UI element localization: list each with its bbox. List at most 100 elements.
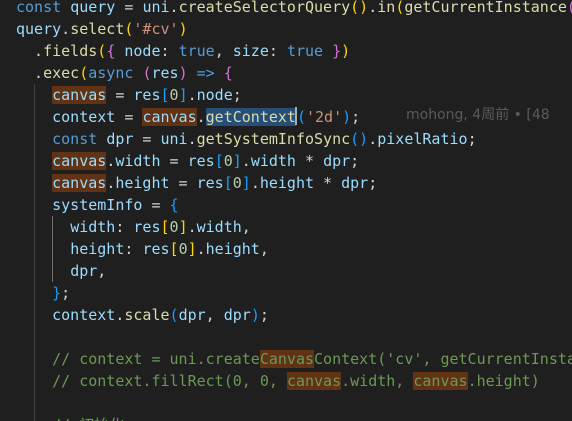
code-token: , — [214, 42, 233, 60]
code-token: res — [133, 86, 161, 104]
code-line[interactable]: // context = uni.createCanvasContext('cv… — [16, 348, 572, 370]
code-token: , — [97, 262, 107, 280]
code-token: res — [142, 240, 170, 258]
code-token: '2d' — [306, 108, 343, 126]
code-line[interactable]: systemInfo = { — [16, 194, 178, 216]
code-token: { — [223, 64, 233, 82]
code-token: . — [16, 64, 44, 82]
code-line[interactable]: canvas.height = res[0].height * dpr; — [16, 172, 377, 194]
code-token: . — [61, 20, 71, 38]
code-token: const — [52, 130, 98, 148]
code-token: query — [16, 20, 62, 38]
code-token: ( — [97, 42, 107, 60]
code-line[interactable]: const dpr = uni.getSystemInfoSync().pixe… — [16, 128, 476, 150]
code-editor[interactable]: const query = uni.createSelectorQuery().… — [0, 0, 572, 421]
code-token: getCurrentInstance — [404, 0, 567, 16]
code-token: node — [115, 42, 161, 60]
code-token: ) — [250, 306, 260, 324]
comment-token: Context('cv', getCurrentInstance — [314, 350, 572, 368]
code-token: } — [52, 284, 62, 302]
code-token: [ — [214, 152, 224, 170]
code-line[interactable]: height: res[0].height, — [16, 238, 269, 260]
code-token: ) — [178, 20, 188, 38]
code-token: ; — [368, 174, 378, 192]
code-token: . — [16, 42, 44, 60]
code-line[interactable]: query.select('#cv') — [16, 18, 188, 40]
code-token: [ — [169, 240, 179, 258]
code-token: ) — [341, 42, 351, 60]
code-token: createSelectorQuery — [178, 0, 351, 16]
code-line[interactable]: // 初始化 — [16, 414, 124, 421]
code-token: dpr — [178, 306, 206, 324]
code-token: ] — [232, 152, 242, 170]
code-line[interactable]: const query = uni.createSelectorQuery().… — [16, 0, 572, 18]
code-token: res — [151, 64, 179, 82]
comment-token: // context.fillRect(0, 0, — [52, 372, 287, 390]
code-token: width — [250, 152, 296, 170]
code-token: height — [70, 240, 125, 258]
code-token: ; — [351, 108, 361, 126]
code-token: fields — [43, 42, 98, 60]
code-token: [ — [223, 174, 233, 192]
code-token: dpr — [323, 152, 351, 170]
code-token: 0 — [223, 152, 233, 170]
code-token: res — [187, 152, 215, 170]
code-token: dpr — [341, 174, 369, 192]
code-token: scale — [124, 306, 170, 324]
code-line[interactable]: context = canvas.getContext('2d'); — [16, 106, 360, 128]
code-line[interactable]: .fields({ node: true, size: true }) — [16, 40, 350, 62]
code-token: pixelRatio — [377, 130, 468, 148]
code-token: async — [88, 64, 134, 82]
code-line[interactable]: canvas.width = res[0].width * dpr; — [16, 150, 359, 172]
code-token: '#cv' — [133, 20, 179, 38]
code-token: uni — [160, 130, 188, 148]
code-token: [ — [160, 86, 170, 104]
code-token: uni — [142, 0, 170, 16]
code-line[interactable]: context.scale(dpr, dpr); — [16, 304, 269, 326]
comment-token: canvas — [413, 372, 468, 390]
code-token: res — [196, 174, 224, 192]
code-token: ] — [241, 174, 251, 192]
code-token: ) — [342, 108, 352, 126]
code-token: => — [196, 64, 215, 82]
code-token: size — [232, 42, 269, 60]
code-token: ] — [178, 218, 188, 236]
code-token: = — [115, 108, 143, 126]
code-line[interactable]: // context.fillRect(0, 0, canvas.width, … — [16, 370, 540, 392]
code-token: = — [133, 130, 161, 148]
code-token: systemInfo — [52, 196, 143, 214]
code-token: { — [106, 42, 116, 60]
code-line[interactable]: }; — [16, 282, 70, 304]
code-token: 0 — [169, 86, 179, 104]
code-token: select — [70, 20, 125, 38]
code-token: width — [115, 152, 161, 170]
code-token: 0 — [178, 240, 188, 258]
code-line[interactable]: width: res[0].width, — [16, 216, 251, 238]
code-line[interactable]: dpr, — [16, 260, 106, 282]
code-token: ( — [296, 108, 306, 126]
code-line[interactable]: .exec(async (res) => { — [16, 62, 233, 84]
comment-token: .width, — [341, 372, 414, 390]
code-token: in — [377, 0, 396, 16]
code-token: node — [196, 86, 233, 104]
code-token: () — [350, 0, 369, 16]
code-token: canvas — [142, 108, 197, 126]
code-token: * — [295, 152, 324, 170]
code-token: dpr — [223, 306, 251, 324]
code-token: ) — [178, 64, 188, 82]
comment-token: // 初始化 — [52, 416, 124, 421]
code-token: . — [368, 0, 378, 16]
code-token: . — [368, 130, 378, 148]
code-token: getContext — [205, 108, 296, 126]
code-line[interactable]: canvas = res[0].node; — [16, 84, 242, 106]
comment-token: // context = uni.create — [52, 350, 260, 368]
